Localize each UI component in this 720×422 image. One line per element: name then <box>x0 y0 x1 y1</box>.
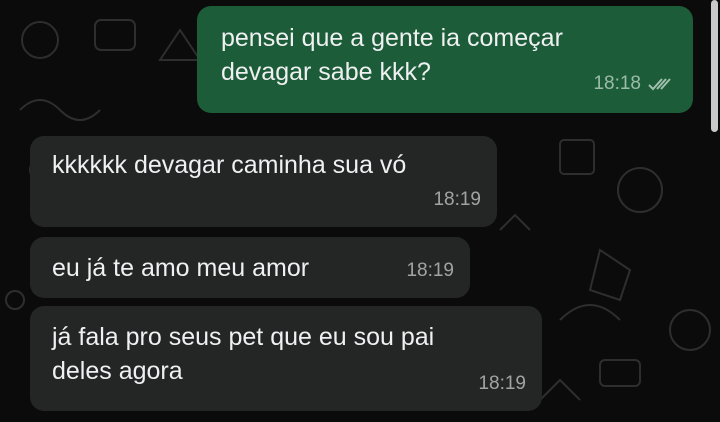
message-time: 18:19 <box>433 189 481 210</box>
message-meta: 18:18 <box>593 67 677 101</box>
message-bubble-outgoing[interactable]: pensei que a gente ia começar devagar sa… <box>197 6 693 113</box>
message-bubble-incoming[interactable]: já fala pro seus pet que eu sou pai dele… <box>30 306 542 411</box>
message-text: eu já te amo meu amor <box>52 254 310 282</box>
message-meta: 18:19 <box>478 367 526 401</box>
scrollbar[interactable] <box>711 0 718 132</box>
message-text: kkkkkk devagar caminha sua vó <box>52 151 407 179</box>
message-bubble-incoming[interactable]: kkkkkk devagar caminha sua vó 18:19 <box>30 136 497 227</box>
message-time: 18:19 <box>406 260 454 281</box>
message-text: já fala pro seus pet que eu sou pai dele… <box>52 323 435 385</box>
message-meta: 18:19 <box>433 183 481 217</box>
message-bubble-incoming[interactable]: eu já te amo meu amor 18:19 <box>30 237 470 298</box>
message-time: 18:19 <box>478 373 526 394</box>
double-check-icon <box>648 78 671 91</box>
message-time: 18:18 <box>593 73 641 94</box>
message-meta: 18:19 <box>406 254 454 288</box>
